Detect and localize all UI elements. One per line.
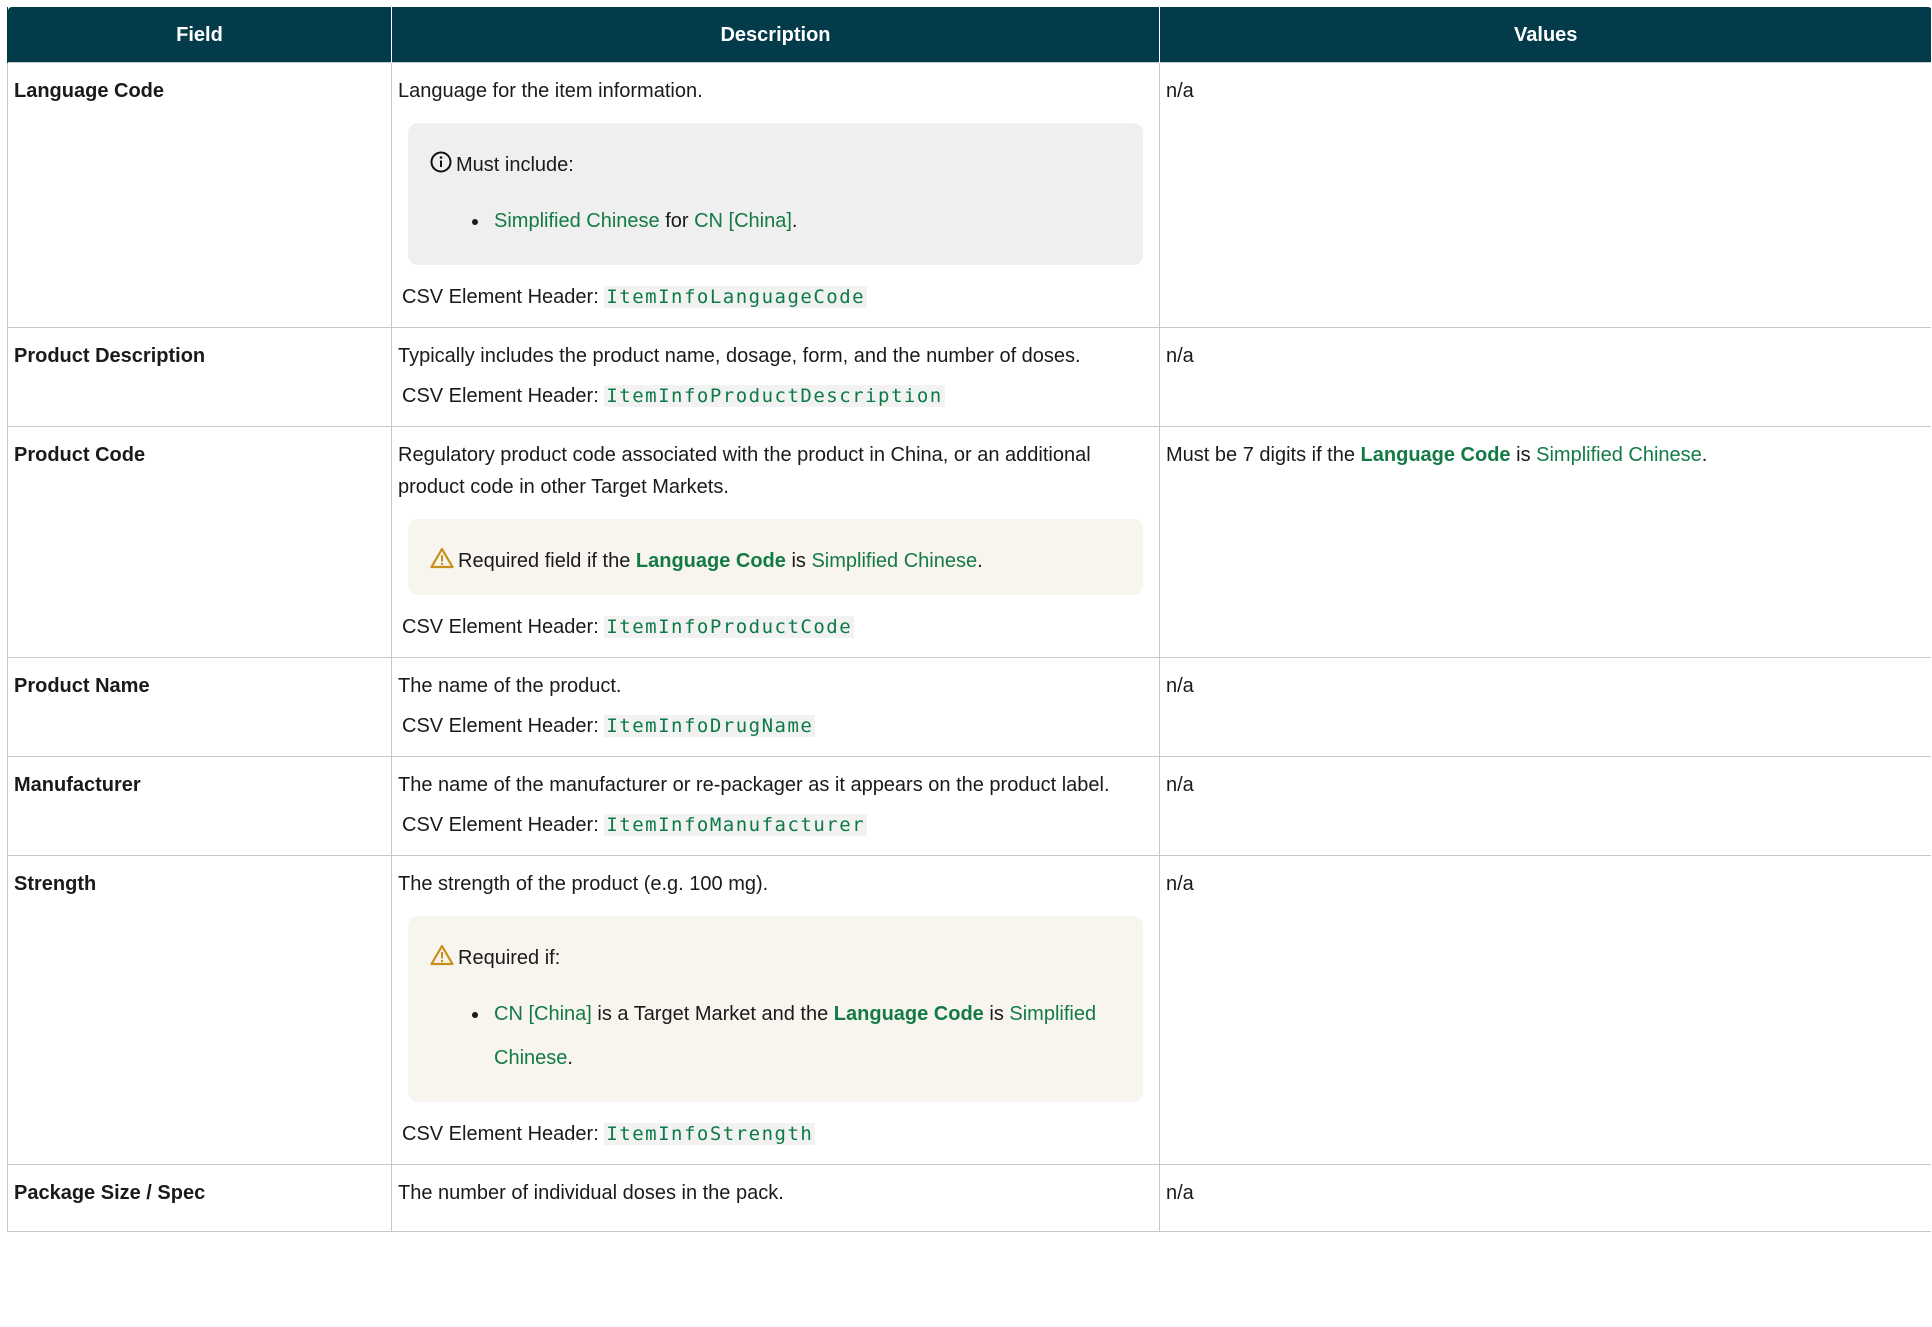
csv-element-header: CSV Element Header: ItemInfoProductDescr…	[402, 380, 1153, 412]
link-language-code[interactable]: Language Code	[834, 1003, 984, 1025]
callout-text: is	[983, 1003, 1010, 1025]
csv-label: CSV Element Header:	[402, 286, 599, 308]
description-text: The name of the manufacturer or re-packa…	[398, 774, 1110, 796]
field-name: Product Description	[7, 327, 392, 427]
column-header-description: Description	[391, 7, 1160, 63]
field-description: The name of the manufacturer or re-packa…	[391, 756, 1160, 856]
csv-header-code: ItemInfoManufacturer	[604, 814, 868, 836]
table-row: Product Code Regulatory product code ass…	[7, 426, 1931, 658]
field-value: n/a	[1159, 855, 1931, 1165]
description-text: Language for the item information.	[398, 80, 703, 102]
field-name: Package Size / Spec	[7, 1164, 392, 1232]
csv-header-code: ItemInfoProductCode	[604, 616, 855, 638]
info-circle-icon	[430, 151, 452, 173]
callout-list-item: Simplified Chinese for CN [China].	[490, 199, 1121, 243]
csv-header-code: ItemInfoStrength	[604, 1123, 816, 1145]
callout-heading: Required if:	[430, 942, 1121, 974]
table-body: Language Code Language for the item info…	[7, 62, 1931, 1232]
csv-element-header: CSV Element Header: ItemInfoProductCode	[402, 611, 1153, 643]
csv-label: CSV Element Header:	[402, 814, 599, 836]
callout-list-item: CN [China] is a Target Market and the La…	[490, 992, 1121, 1080]
link-cn-china[interactable]: CN [China]	[694, 210, 792, 232]
field-description: Typically includes the product name, dos…	[391, 327, 1160, 427]
table-row: Manufacturer The name of the manufacture…	[7, 756, 1931, 856]
callout-text: .	[977, 550, 983, 572]
link-simplified-chinese[interactable]: Simplified Chinese	[1536, 444, 1702, 466]
table-header: Field Description Values	[7, 7, 1931, 63]
callout-list: CN [China] is a Target Market and the La…	[430, 992, 1121, 1080]
description-text: The strength of the product (e.g. 100 mg…	[398, 873, 769, 895]
field-value: n/a	[1159, 657, 1931, 757]
link-language-code[interactable]: Language Code	[1361, 444, 1511, 466]
csv-label: CSV Element Header:	[402, 616, 599, 638]
table-row: Package Size / Spec The number of indivi…	[7, 1164, 1931, 1232]
csv-header-code: ItemInfoLanguageCode	[604, 286, 868, 308]
warning-callout: Required if: CN [China] is a Target Mark…	[408, 916, 1143, 1102]
column-header-field: Field	[7, 7, 392, 63]
csv-header-code: ItemInfoDrugName	[604, 715, 816, 737]
field-value: n/a	[1159, 62, 1931, 328]
csv-element-header: CSV Element Header: ItemInfoStrength	[402, 1118, 1153, 1150]
link-cn-china[interactable]: CN [China]	[494, 1003, 592, 1025]
column-header-values: Values	[1159, 7, 1931, 63]
table-row: Product Description Typically includes t…	[7, 327, 1931, 427]
field-description: The strength of the product (e.g. 100 mg…	[391, 855, 1160, 1165]
link-simplified-chinese[interactable]: Simplified Chinese	[811, 550, 977, 572]
field-description: The number of individual doses in the pa…	[391, 1164, 1160, 1232]
field-name: Strength	[7, 855, 392, 1165]
callout-text: for	[659, 210, 695, 232]
field-description: Regulatory product code associated with …	[391, 426, 1160, 658]
description-text: Regulatory product code associated with …	[398, 444, 1091, 498]
csv-element-header: CSV Element Header: ItemInfoManufacturer	[402, 809, 1153, 841]
callout-text: .	[791, 210, 798, 232]
callout-text: is a Target Market and the	[591, 1003, 834, 1025]
value-text: is	[1510, 444, 1537, 466]
callout-text: is	[785, 550, 812, 572]
table-row: Strength The strength of the product (e.…	[7, 855, 1931, 1165]
callout-text: .	[567, 1047, 573, 1069]
description-text: Typically includes the product name, dos…	[398, 345, 1081, 367]
field-value: n/a	[1159, 756, 1931, 856]
field-description: The name of the product. CSV Element Hea…	[391, 657, 1160, 757]
field-name: Product Code	[7, 426, 392, 658]
callout-text: Required field if the	[458, 550, 636, 572]
table-row: Product Name The name of the product. CS…	[7, 657, 1931, 757]
value-text: Must be 7 digits if the	[1166, 444, 1361, 466]
info-callout: Must include: Simplified Chinese for CN …	[408, 123, 1143, 265]
field-value: Must be 7 digits if the Language Code is…	[1159, 426, 1931, 658]
warning-callout: Required field if the Language Code is S…	[408, 519, 1143, 595]
csv-label: CSV Element Header:	[402, 385, 599, 407]
description-text: The number of individual doses in the pa…	[398, 1182, 784, 1204]
field-value: n/a	[1159, 1164, 1931, 1232]
csv-header-code: ItemInfoProductDescription	[604, 385, 945, 407]
csv-element-header: CSV Element Header: ItemInfoDrugName	[402, 710, 1153, 742]
link-simplified-chinese[interactable]: Simplified Chinese	[494, 210, 660, 232]
field-name: Manufacturer	[7, 756, 392, 856]
callout-heading: Must include:	[430, 149, 1121, 181]
field-name: Language Code	[7, 62, 392, 328]
warning-triangle-icon	[430, 547, 454, 569]
field-name: Product Name	[7, 657, 392, 757]
csv-label: CSV Element Header:	[402, 1123, 599, 1145]
callout-heading: Required field if the Language Code is S…	[430, 545, 1121, 577]
field-value: n/a	[1159, 327, 1931, 427]
callout-heading-text: Required if:	[458, 947, 561, 969]
header-row: Field Description Values	[7, 7, 1931, 63]
field-description: Language for the item information. Must …	[391, 62, 1160, 328]
description-text: The name of the product.	[398, 675, 622, 697]
link-language-code[interactable]: Language Code	[636, 550, 786, 572]
callout-text-wrap: Required field if the Language Code is S…	[458, 545, 983, 577]
warning-triangle-icon	[430, 944, 454, 966]
csv-label: CSV Element Header:	[402, 715, 599, 737]
callout-heading-text: Must include:	[456, 154, 574, 176]
csv-element-header: CSV Element Header: ItemInfoLanguageCode	[402, 281, 1153, 313]
field-spec-table: Field Description Values Language Code L…	[7, 7, 1931, 1232]
spec-table-container: Field Description Values Language Code L…	[7, 7, 1931, 1327]
value-text: .	[1701, 444, 1708, 466]
callout-list: Simplified Chinese for CN [China].	[430, 199, 1121, 243]
table-row: Language Code Language for the item info…	[7, 62, 1931, 328]
